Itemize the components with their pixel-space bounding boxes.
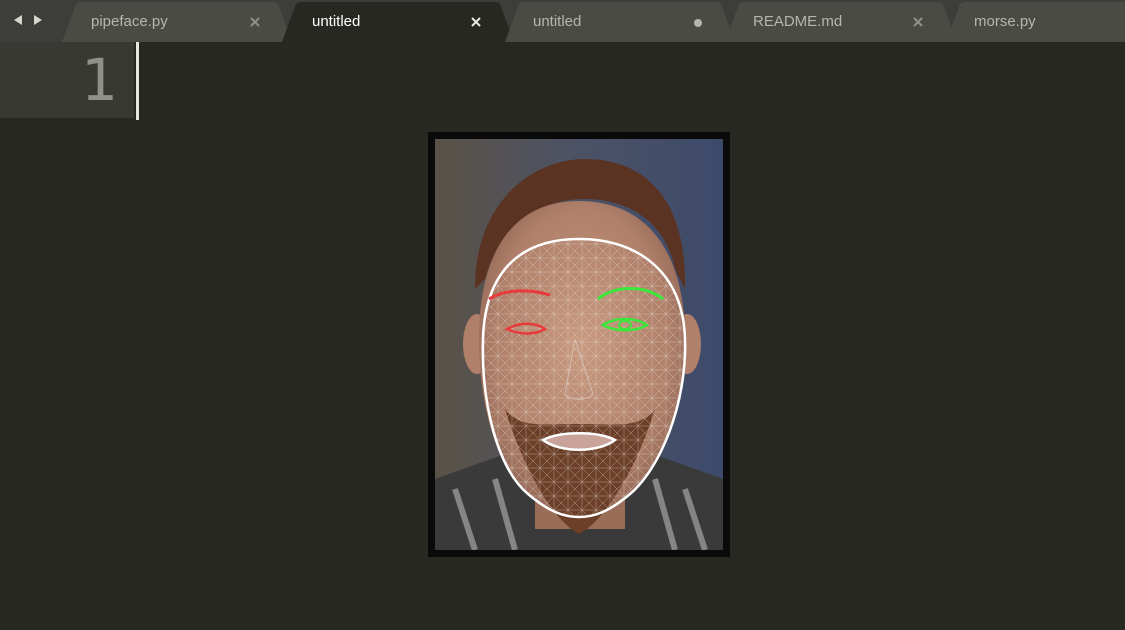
tab-bar: pipeface.py untitled untitled README.md … — [0, 0, 1125, 42]
tab-readme[interactable]: README.md — [725, 2, 957, 42]
tab-label: untitled — [533, 13, 582, 30]
nav-arrows — [10, 0, 60, 40]
tab-morse[interactable]: morse.py — [946, 2, 1125, 42]
tab-label: pipeface.py — [91, 13, 168, 30]
unsaved-dot-icon[interactable] — [694, 19, 702, 27]
tab-label: README.md — [753, 13, 843, 30]
tab-label: untitled — [312, 13, 361, 30]
close-icon[interactable] — [469, 15, 483, 29]
face-mesh-image — [428, 132, 730, 557]
triangle-right-icon[interactable] — [30, 12, 46, 28]
close-icon[interactable] — [911, 15, 925, 29]
face-mesh-photo-icon — [435, 139, 723, 550]
tab-label: morse.py — [974, 13, 1036, 30]
text-cursor — [136, 42, 139, 120]
line-number: 1 — [81, 46, 118, 114]
tab-untitled-active[interactable]: untitled — [282, 2, 514, 42]
triangle-left-icon[interactable] — [10, 12, 26, 28]
tab-pipeface[interactable]: pipeface.py — [62, 2, 292, 42]
tab-untitled-unsaved[interactable]: untitled — [505, 2, 735, 42]
close-icon[interactable] — [248, 15, 262, 29]
